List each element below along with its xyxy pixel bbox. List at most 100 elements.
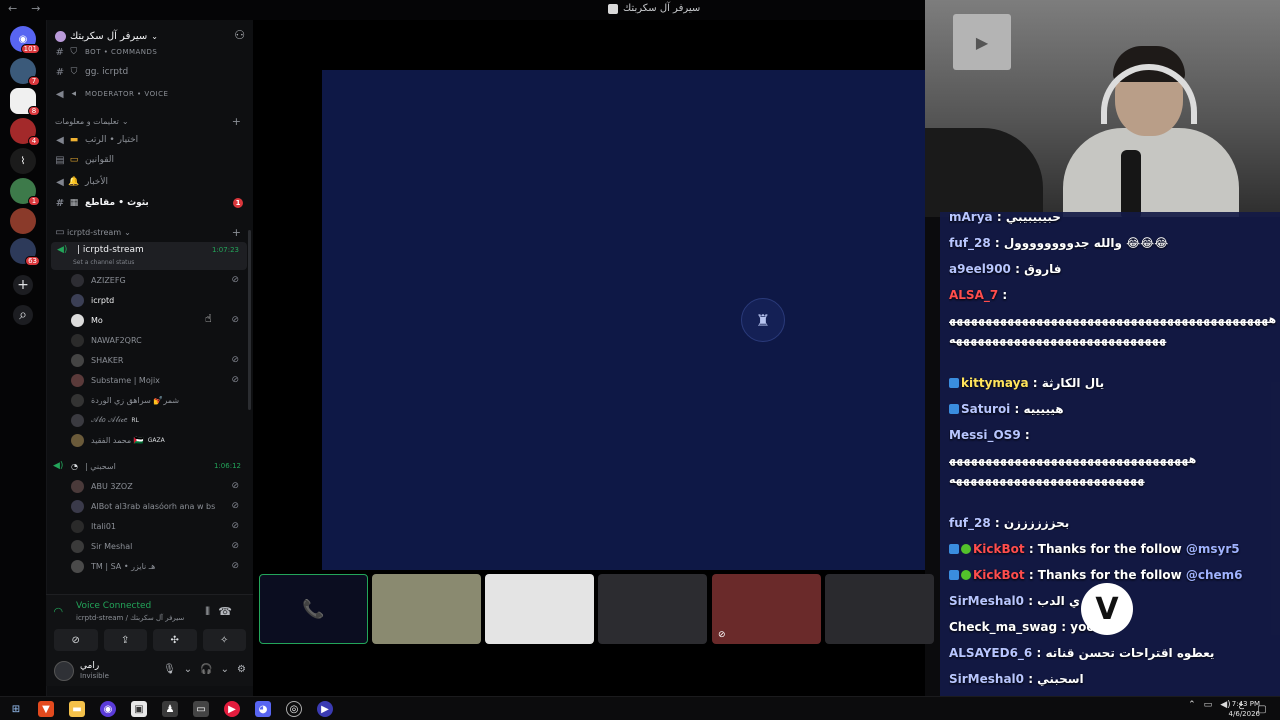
voice-user[interactable]: TM | SA • هـ نايزر ⊘ (71, 556, 247, 576)
voice-user[interactable]: محمد الفقيد 🇵🇸 GAZA (71, 430, 247, 450)
category-info[interactable]: تعليمات و معلومات ⌄ + (55, 114, 245, 128)
server-icon-1[interactable]: 7 (10, 58, 40, 86)
participant-tile[interactable]: ⊘ (712, 574, 821, 644)
participant-tile[interactable] (598, 574, 707, 644)
server-folder-icon[interactable]: 63 (10, 238, 40, 266)
server-icon-4[interactable]: 1 (10, 178, 40, 206)
voice-channel-stream[interactable]: ◀) | icrptd-stream Set a channel status … (51, 242, 247, 270)
voice-user[interactable]: icrptd (71, 290, 247, 310)
verified-icon (961, 570, 971, 580)
discord-icon[interactable]: ◕ (255, 701, 271, 717)
voice-user[interactable]: شمر💅 سراهق زي الوردة (71, 390, 247, 410)
channel-rules[interactable]: ▤ ▭ القوانين (53, 150, 247, 170)
voice-user[interactable]: SHAKER ⊘ (71, 350, 247, 370)
voice-user[interactable]: ABU 3ZOZ ⊘ (71, 476, 247, 496)
screen-share-button[interactable]: ⇪ (103, 629, 147, 651)
speaker-icon: ◂ (71, 89, 77, 99)
app-icon[interactable]: ♟ (162, 701, 178, 717)
participant-tile[interactable] (825, 574, 934, 644)
server-icon-3[interactable]: ⌇ (10, 148, 36, 174)
badge-icon (949, 544, 959, 554)
deafened-icon: ⊘ (231, 501, 239, 511)
file-explorer-icon[interactable]: ▬ (69, 701, 85, 717)
chat-message: Saturoi : هيييييه (949, 402, 1277, 416)
brave-browser-icon[interactable]: ▼ (38, 701, 54, 717)
server-icon-2[interactable]: 4 (10, 118, 40, 146)
voice-user[interactable]: Itali01 ⊘ (71, 516, 247, 536)
voice-user[interactable]: AlBot al3rab alasóorh ana w bs ⊘ (71, 496, 247, 516)
deafened-icon: ⊘ (231, 541, 239, 551)
user-area: رامي Invisible 🎙 ⌄ 🎧 ⌄ ⚙ (54, 659, 246, 683)
sidebar-scrollbar[interactable] (248, 230, 251, 410)
microphone-icon[interactable]: 🎙 (163, 664, 176, 675)
media-player-icon[interactable]: ▶ (224, 701, 240, 717)
obs-icon[interactable]: ◎ (286, 701, 302, 717)
badge-icon (949, 404, 959, 414)
server-badge: 8 (28, 106, 40, 116)
participant-tile[interactable]: 📞 (259, 574, 368, 644)
back-arrow-icon[interactable]: ← (8, 2, 17, 15)
announcement-icon: ◀ (56, 176, 64, 188)
headphones-icon[interactable]: 🎧 (200, 664, 212, 675)
voice-user[interactable]: 𝒜𝒷𝑜 𝒜𝓁𝒾𝒸𝑒 RL (71, 410, 247, 430)
microphone-icon (1121, 150, 1141, 217)
video-off-button[interactable]: ⊘ (54, 629, 98, 651)
voice-channel-2[interactable]: ◀) ◔ | اسحبني 1:06:12 (53, 457, 247, 475)
avatar (71, 273, 84, 287)
channel-roles[interactable]: ◀ ▬ اختيار • الرتب (53, 130, 247, 150)
add-channel-icon[interactable]: + (232, 226, 241, 239)
signal-icon[interactable]: ◜◝ (54, 605, 63, 618)
noise-suppression-icon[interactable]: ⦀ (205, 605, 210, 619)
add-channel-icon[interactable]: + (232, 115, 241, 128)
stream-view[interactable]: ♜ (322, 70, 925, 570)
soundboard-button[interactable]: ✧ (202, 629, 246, 651)
invite-member-icon[interactable]: ⚇ (234, 28, 245, 42)
disconnect-icon[interactable]: ☎ (218, 605, 232, 618)
chevron-down-icon[interactable]: ⌄ (221, 664, 229, 675)
server-icon-5[interactable] (10, 208, 36, 234)
app-icon[interactable]: ▭ (193, 701, 209, 717)
channel-clips[interactable]: # ▦ بثوث • مقاطع 1 (53, 193, 247, 213)
channel-moderator-voice[interactable]: ◀ ◂ MODERATOR • VOICE (53, 84, 247, 104)
category-stream[interactable]: ▭ icrptd-stream ⌄ + (53, 222, 247, 242)
channel-news[interactable]: ◀ 🔔 الأخبار (53, 172, 247, 192)
avatar[interactable] (54, 661, 74, 681)
window-icon: ▭ (55, 226, 65, 238)
app-icon[interactable]: ▶ (317, 701, 333, 717)
voice-user[interactable]: Substame | Mojix ⊘ (71, 370, 247, 390)
add-server-icon[interactable]: + (13, 275, 33, 295)
channel-gg-icrptd[interactable]: # ⛉ gg. icrptd (53, 62, 247, 82)
store-icon[interactable]: ▣ (131, 701, 147, 717)
chat-message: mArya : حبيبيبيبي (949, 212, 1061, 224)
voice-user[interactable]: AZIZEFG ⊘ (71, 270, 247, 290)
deafened-icon: ⊘ (231, 481, 239, 491)
avatar (71, 433, 84, 447)
twitch-icon[interactable]: ◉ (100, 701, 116, 717)
deafened-icon: ⊘ (231, 375, 239, 385)
voice-user[interactable]: NAWAF2QRC (71, 330, 247, 350)
shield-icon: ⛉ (70, 47, 78, 57)
notification-icon[interactable]: ▢ (1254, 701, 1270, 717)
forward-arrow-icon[interactable]: → (31, 2, 40, 15)
server-icon-current[interactable]: 8 (10, 88, 40, 116)
participant-tile[interactable] (485, 574, 594, 644)
app-root: ← → سيرفر آل سكربتك ◉ 101 7 8 4 ⌇ 1 63 + … (0, 0, 1280, 720)
channel-bot-commands[interactable]: # ⛉ BOT • COMMANDS (53, 42, 247, 62)
voice-user[interactable]: Sir Meshal ⊘ (71, 536, 247, 556)
voice-user[interactable]: Mo ⊘ (71, 310, 247, 330)
chair (925, 128, 1043, 217)
network-icon[interactable]: ▭ (1204, 700, 1213, 710)
discover-icon[interactable]: ⌕ (13, 305, 33, 325)
chevron-up-icon[interactable]: ⌃ (1188, 700, 1196, 710)
server-badge: 1 (28, 196, 40, 206)
chat-message: KickBot : Thanks for the follow @chem6 (949, 568, 1277, 582)
chat-message: Messi_OS9 : (949, 428, 1030, 442)
participant-tile[interactable] (372, 574, 481, 644)
chevron-down-icon[interactable]: ⌄ (184, 664, 192, 675)
server-badge: 63 (25, 256, 40, 266)
server-badge: 7 (28, 76, 40, 86)
windows-start-icon[interactable]: ⊞ (8, 701, 24, 717)
gear-icon[interactable]: ⚙ (237, 664, 246, 675)
activities-button[interactable]: ✣ (153, 629, 197, 651)
direct-messages-icon[interactable]: ◉ 101 (10, 26, 40, 54)
